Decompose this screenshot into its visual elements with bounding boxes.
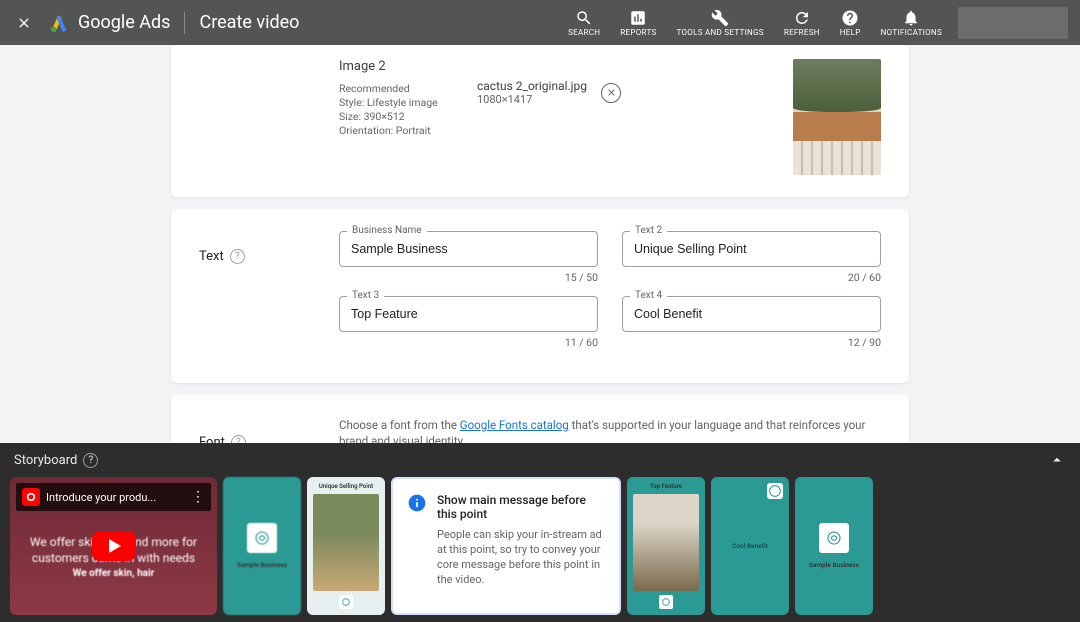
google-fonts-link[interactable]: Google Fonts catalog bbox=[460, 418, 569, 432]
text3-label: Text 3 bbox=[347, 290, 384, 301]
storyboard-frame-2[interactable]: Unique Selling Point bbox=[307, 477, 385, 615]
storyboard-strip[interactable]: Introduce your produ... ⋮ We offer skin,… bbox=[0, 473, 1080, 619]
storyboard-frame-5[interactable]: Sample Business bbox=[795, 477, 873, 615]
help-icon[interactable]: ? bbox=[230, 249, 245, 264]
storyboard-panel: Storyboard ? Introduce your produ... ⋮ W… bbox=[0, 443, 1080, 622]
youtube-logo-icon bbox=[22, 488, 40, 506]
logo-icon bbox=[659, 595, 673, 609]
help-icon bbox=[841, 9, 859, 27]
logo-icon bbox=[339, 595, 353, 609]
font-section-card: Font ? Choose a font from the Google Fon… bbox=[171, 395, 909, 443]
help-tool[interactable]: HELP bbox=[840, 9, 861, 37]
account-picker[interactable] bbox=[958, 7, 1068, 39]
page-title: Create video bbox=[199, 12, 299, 33]
help-icon[interactable]: ? bbox=[83, 453, 98, 468]
text4-label: Text 4 bbox=[630, 290, 667, 301]
font-description: Choose a font from the Google Fonts cata… bbox=[339, 417, 881, 443]
app-header: Google Ads Create video SEARCH REPORTS T… bbox=[0, 0, 1080, 45]
close-icon bbox=[606, 87, 617, 98]
info-card-body: People can skip your in-stream ad at thi… bbox=[437, 527, 605, 587]
main-content: Image 2 Recommended Style: Lifestyle ima… bbox=[0, 45, 1080, 443]
close-icon bbox=[16, 15, 32, 31]
text2-input[interactable] bbox=[622, 231, 881, 267]
search-tool[interactable]: SEARCH bbox=[568, 9, 600, 37]
refresh-tool[interactable]: REFRESH bbox=[784, 9, 820, 37]
logo-icon bbox=[247, 523, 277, 553]
preview-frame[interactable]: Introduce your produ... ⋮ We offer skin,… bbox=[10, 477, 217, 615]
close-button[interactable] bbox=[12, 11, 36, 35]
text3-counter: 11 / 60 bbox=[339, 336, 598, 349]
storyboard-frame-1[interactable]: Sample Business bbox=[223, 477, 301, 615]
frame-thumbnail bbox=[313, 494, 379, 591]
business-name-input[interactable] bbox=[339, 231, 598, 267]
text-section-label: Text ? bbox=[199, 231, 309, 361]
image-thumbnail[interactable] bbox=[793, 59, 881, 175]
image-asset-card: Image 2 Recommended Style: Lifestyle ima… bbox=[171, 45, 909, 197]
more-icon[interactable]: ⋮ bbox=[191, 489, 205, 505]
font-section-label: Font ? bbox=[199, 417, 309, 443]
notifications-tool[interactable]: NOTIFICATIONS bbox=[881, 9, 942, 37]
image-dimensions: 1080×1417 bbox=[477, 93, 587, 106]
help-icon[interactable]: ? bbox=[231, 435, 246, 443]
image-label: Image 2 bbox=[339, 59, 455, 74]
tools-settings-tool[interactable]: TOOLS AND SETTINGS bbox=[677, 9, 764, 37]
storyboard-frame-4[interactable]: Cool Benefit bbox=[711, 477, 789, 615]
reports-icon bbox=[629, 9, 647, 27]
text2-label: Text 2 bbox=[630, 225, 667, 236]
product-logo: Google Ads bbox=[48, 12, 170, 34]
ads-logo-icon bbox=[48, 12, 70, 34]
text-section-card: Text ? Business Name 15 / 50 Text 2 bbox=[171, 209, 909, 383]
collapse-icon[interactable] bbox=[1048, 451, 1066, 469]
text3-input[interactable] bbox=[339, 296, 598, 332]
header-tools: SEARCH REPORTS TOOLS AND SETTINGS REFRES… bbox=[568, 9, 942, 37]
text2-counter: 20 / 60 bbox=[622, 271, 881, 284]
info-card-title: Show main message before this point bbox=[437, 493, 605, 521]
product-name: Google Ads bbox=[78, 12, 170, 33]
frame-thumbnail bbox=[633, 494, 699, 591]
logo-icon bbox=[819, 523, 849, 553]
text4-counter: 12 / 90 bbox=[622, 336, 881, 349]
image-meta: Image 2 Recommended Style: Lifestyle ima… bbox=[339, 59, 455, 138]
wrench-icon bbox=[711, 9, 729, 27]
header-divider bbox=[184, 12, 185, 34]
business-name-label: Business Name bbox=[347, 225, 427, 236]
business-name-counter: 15 / 50 bbox=[339, 271, 598, 284]
info-icon bbox=[407, 493, 427, 513]
image-file-info: cactus 2_original.jpg 1080×1417 bbox=[477, 59, 771, 106]
storyboard-title: Storyboard bbox=[14, 453, 77, 468]
preview-video-title: Introduce your produ... bbox=[46, 491, 185, 504]
remove-image-button[interactable] bbox=[601, 83, 621, 103]
storyboard-info-card: Show main message before this point Peop… bbox=[391, 477, 621, 615]
image-filename: cactus 2_original.jpg bbox=[477, 79, 587, 93]
search-icon bbox=[575, 9, 593, 27]
storyboard-frame-3[interactable]: Top Feature bbox=[627, 477, 705, 615]
bell-icon bbox=[902, 9, 920, 27]
text4-input[interactable] bbox=[622, 296, 881, 332]
logo-icon bbox=[767, 483, 783, 499]
play-button[interactable] bbox=[92, 531, 136, 561]
refresh-icon bbox=[793, 9, 811, 27]
reports-tool[interactable]: REPORTS bbox=[620, 9, 656, 37]
